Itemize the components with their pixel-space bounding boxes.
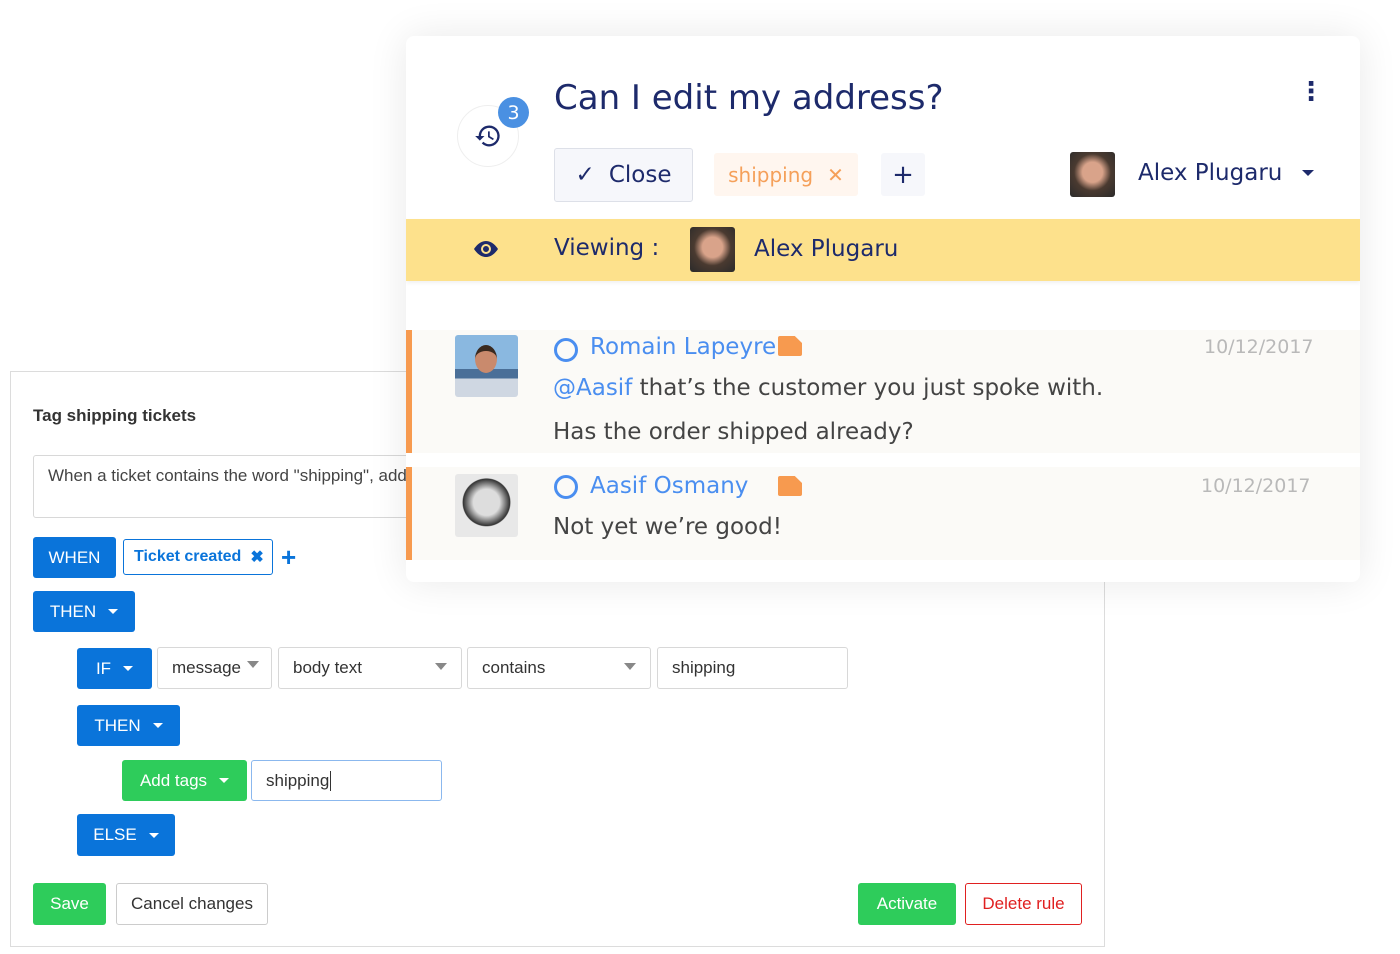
subfield-value: body text (293, 658, 362, 677)
delete-rule-button[interactable]: Delete rule (965, 883, 1082, 925)
message-text: Not yet we’re good! (553, 514, 782, 540)
else-button[interactable]: ELSE (77, 814, 175, 856)
author-avatar (455, 474, 518, 537)
message-item: Romain Lapeyre 10/12/2017 @Aasif that’s … (406, 330, 1360, 453)
cancel-changes-button[interactable]: Cancel changes (116, 883, 268, 925)
add-tags-button[interactable]: Add tags (122, 760, 247, 801)
condition-value: shipping (672, 658, 736, 677)
internal-note-icon (778, 336, 802, 356)
if-label: IF (95, 658, 112, 678)
when-button[interactable]: WHEN (33, 537, 116, 578)
then-label: THEN (49, 601, 97, 621)
then-button[interactable]: THEN (33, 591, 135, 632)
remove-trigger-icon[interactable]: ✖ (250, 547, 263, 567)
viewer-avatar (690, 227, 735, 272)
message-date: 10/12/2017 (1204, 336, 1314, 358)
tags-input[interactable]: shipping (251, 760, 442, 801)
operator-value: contains (482, 658, 546, 677)
history-count-badge: 3 (498, 97, 529, 128)
save-button[interactable]: Save (33, 883, 106, 925)
message-text: that’s the customer you just spoke with. (632, 375, 1104, 401)
more-options-icon[interactable]: ⋮ (1298, 79, 1324, 105)
activate-button[interactable]: Activate (858, 883, 956, 925)
viewing-bar: Viewing : Alex Plugaru (406, 219, 1360, 281)
tag-shipping: shipping ✕ (714, 153, 858, 196)
inner-then-label: THEN (94, 715, 141, 735)
subfield-select[interactable]: body text (278, 647, 462, 689)
checkmark-icon: ✓ (575, 162, 595, 188)
caret-down-icon (108, 609, 119, 614)
rule-title: Tag shipping tickets (33, 406, 197, 425)
ticket-card: 3 Can I edit my address? ⋮ ✓ Close shippi… (406, 36, 1360, 582)
add-trigger-icon[interactable]: + (281, 542, 296, 573)
author-avatar (455, 335, 518, 397)
mention[interactable]: @Aasif (553, 375, 632, 401)
condition-value-input[interactable]: shipping (657, 647, 848, 689)
author-name[interactable]: Romain Lapeyre (590, 334, 776, 360)
history-icon (475, 125, 500, 147)
caret-down-icon (148, 832, 159, 838)
trigger-tag: Ticket created ✖ (123, 539, 273, 575)
tag-label: shipping (728, 162, 814, 187)
remove-tag-icon[interactable]: ✕ (827, 163, 844, 187)
internal-note-icon (778, 476, 802, 496)
viewer-name: Alex Plugaru (754, 236, 899, 262)
message-text: Has the order shipped already? (553, 419, 914, 445)
tags-value: shipping (266, 770, 330, 790)
caret-down-icon (123, 666, 134, 671)
else-label: ELSE (93, 825, 137, 844)
dropdown-arrow-icon (624, 663, 636, 670)
message-line: @Aasif that’s the customer you just spok… (553, 375, 1103, 401)
field-value: message (172, 658, 241, 677)
viewing-label: Viewing : (554, 235, 660, 261)
close-label: Close (608, 162, 672, 188)
if-button[interactable]: IF (77, 648, 152, 689)
assignee-dropdown[interactable]: Alex Plugaru (1138, 160, 1315, 186)
caret-down-icon (152, 723, 163, 728)
inner-then-button[interactable]: THEN (77, 705, 180, 746)
dropdown-arrow-icon (435, 663, 447, 670)
message-item: Aasif Osmany 10/12/2017 Not yet we’re go… (406, 467, 1360, 560)
caret-down-icon (1302, 170, 1315, 176)
assignee-name: Alex Plugaru (1138, 160, 1283, 186)
user-icon (554, 475, 578, 499)
add-tag-button[interactable]: + (881, 153, 925, 196)
field-select[interactable]: message (157, 647, 272, 689)
message-date: 10/12/2017 (1201, 475, 1311, 497)
dropdown-arrow-icon (247, 661, 259, 668)
trigger-label: Ticket created (134, 548, 242, 565)
action-label: Add tags (139, 770, 208, 790)
close-ticket-button[interactable]: ✓ Close (554, 148, 693, 202)
ticket-title: Can I edit my address? (554, 78, 944, 118)
caret-down-icon (219, 778, 230, 783)
assignee-avatar (1070, 152, 1115, 197)
operator-select[interactable]: contains (467, 647, 651, 689)
eye-icon (474, 241, 498, 257)
user-icon (554, 338, 578, 362)
text-cursor (330, 770, 332, 791)
author-name[interactable]: Aasif Osmany (590, 473, 748, 499)
